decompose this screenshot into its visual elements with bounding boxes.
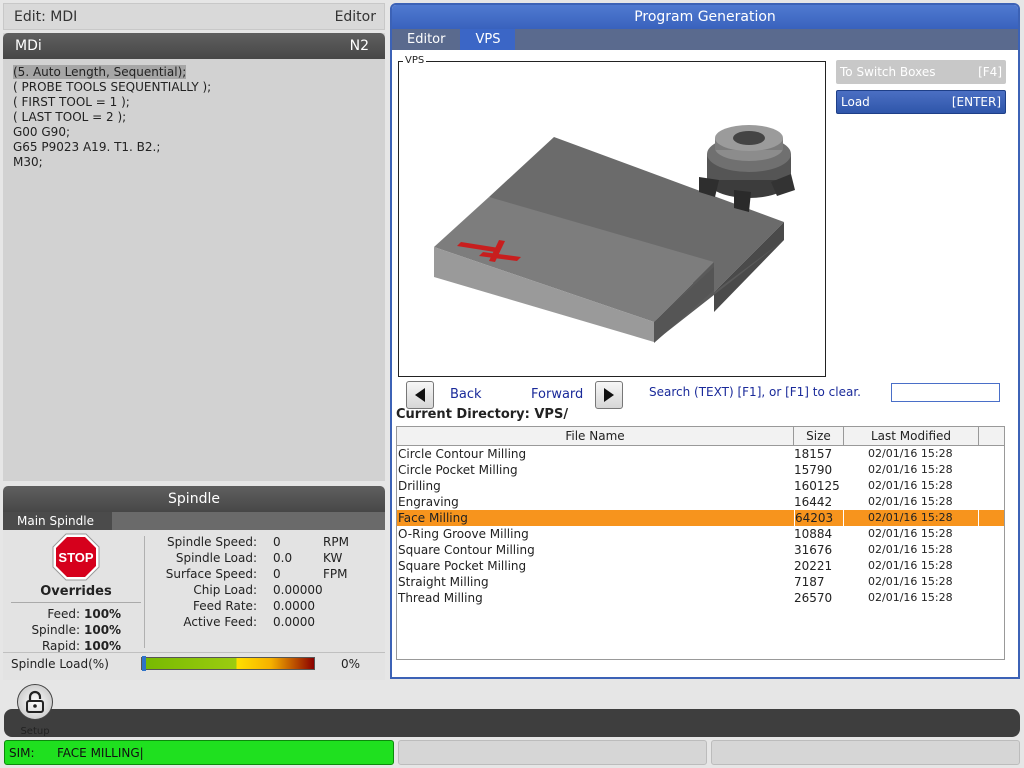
spindle-load-bar xyxy=(141,656,315,671)
stop-label: STOP xyxy=(58,550,93,565)
code-line[interactable]: G65 P9023 A19. T1. B2.; xyxy=(13,140,385,155)
setup-label: Setup xyxy=(20,726,50,737)
file-row[interactable]: O-Ring Groove Milling 10884 02/01/16 15:28 xyxy=(397,526,1004,542)
mdi-title-bar: MDi N2 xyxy=(3,33,385,59)
file-row[interactable]: Drilling 160125 02/01/16 15:28 xyxy=(397,478,1004,494)
code-line[interactable]: ( PROBE TOOLS SEQUENTIALLY ); xyxy=(13,80,385,95)
column-last-modified[interactable]: Last Modified xyxy=(844,427,979,446)
search-input[interactable] xyxy=(891,383,1000,402)
sim-status: SIM: FACE MILLING| xyxy=(4,740,394,765)
column-spacer xyxy=(979,427,1004,446)
code-line-selected[interactable]: (5. Auto Length, Sequential); xyxy=(13,65,187,79)
spindle-divider xyxy=(144,536,145,648)
spindle-load-label: Spindle Load(%) xyxy=(11,656,109,671)
file-row-selected[interactable]: Face Milling 64203 02/01/16 15:28 xyxy=(397,510,1004,526)
spindle-panel: Spindle Main Spindle STOP Overrides Feed… xyxy=(3,486,385,680)
arrow-left-icon xyxy=(415,388,425,402)
spindle-title: Spindle xyxy=(3,486,385,512)
file-list[interactable]: File Name Size Last Modified Circle Cont… xyxy=(396,426,1005,660)
file-row[interactable]: Circle Contour Milling 18157 02/01/16 15:2… xyxy=(397,446,1004,462)
tab-vps[interactable]: VPS xyxy=(460,29,516,50)
vps-preview: VPS xyxy=(398,55,826,377)
back-label[interactable]: Back xyxy=(450,387,482,402)
spindle-load-marker xyxy=(142,656,146,671)
lock-icon xyxy=(17,684,53,720)
forward-label[interactable]: Forward xyxy=(531,387,583,402)
stat-row: Active Feed: 0.0000 xyxy=(183,615,315,629)
stat-row: Feed Rate: 0.0000 xyxy=(192,599,315,613)
editor-mode: Editor xyxy=(334,8,376,25)
back-button[interactable] xyxy=(406,381,434,409)
column-file-name[interactable]: File Name xyxy=(397,427,794,446)
overrides-title: Overrides xyxy=(11,584,141,603)
mdi-line-number: N2 xyxy=(349,38,369,54)
file-row[interactable]: Thread Milling 26570 02/01/16 15:28 xyxy=(397,590,1004,606)
stat-row: Chip Load: 0.00000 xyxy=(193,583,323,597)
code-line[interactable]: M30; xyxy=(13,155,385,170)
tab-editor[interactable]: Editor xyxy=(392,29,460,50)
override-row: Feed: 100% xyxy=(47,607,122,621)
arrow-right-icon xyxy=(604,388,614,402)
vps-legend: VPS xyxy=(403,55,427,66)
program-title: Program Generation xyxy=(392,5,1018,29)
file-row[interactable]: Circle Pocket Milling 15790 02/01/16 15:28 xyxy=(397,462,1004,478)
edit-header: Edit: MDI Editor xyxy=(3,3,385,30)
tab-main-spindle[interactable]: Main Spindle xyxy=(3,512,112,530)
switch-boxes-button[interactable]: To Switch Boxes [F4] xyxy=(836,60,1006,84)
sim-label: SIM: xyxy=(9,745,35,760)
code-line[interactable]: ( FIRST TOOL = 1 ); xyxy=(13,95,385,110)
stat-row: Surface Speed: 0 FPM xyxy=(165,567,348,581)
stop-sign-icon: STOP xyxy=(52,533,100,581)
stat-row: Spindle Speed: 0 RPM xyxy=(167,535,349,549)
setup-button[interactable]: Setup xyxy=(12,684,58,737)
edit-title: Edit: MDI xyxy=(14,8,78,25)
search-hint: Search (TEXT) [F1], or [F1] to clear. xyxy=(649,385,861,399)
program-tabs: Editor VPS xyxy=(392,29,1018,50)
face-milling-preview-image xyxy=(434,125,795,343)
file-row[interactable]: Engraving 16442 02/01/16 15:28 xyxy=(397,494,1004,510)
load-button[interactable]: Load [ENTER] xyxy=(836,90,1006,114)
file-row[interactable]: Straight Milling 7187 02/01/16 15:28 xyxy=(397,574,1004,590)
mdi-code-editor[interactable]: (5. Auto Length, Sequential); ( PROBE TO… xyxy=(3,59,385,170)
code-line[interactable]: G00 G90; xyxy=(13,125,385,140)
file-row[interactable]: Square Pocket Milling 20221 02/01/16 15:28 xyxy=(397,558,1004,574)
spindle-stats: Spindle Speed: 0 RPM Spindle Load: 0.0 KW Su… xyxy=(148,534,383,630)
column-size[interactable]: Size xyxy=(794,427,844,446)
file-row[interactable]: Square Contour Milling 31676 02/01/16 15:2… xyxy=(397,542,1004,558)
mdi-title: MDi xyxy=(15,38,42,54)
stat-row: Spindle Load: 0.0 KW xyxy=(175,551,343,565)
spindle-tabbar: Main Spindle xyxy=(3,512,385,530)
current-directory-path: VPS/ xyxy=(534,407,569,422)
forward-button[interactable] xyxy=(595,381,623,409)
code-line[interactable]: ( LAST TOOL = 2 ); xyxy=(13,110,385,125)
sim-text: FACE MILLING| xyxy=(57,745,144,760)
mdi-panel[interactable]: MDi N2 (5. Auto Length, Sequential); ( P… xyxy=(3,33,385,481)
spindle-load-row: Spindle Load(%) 0% xyxy=(3,652,385,674)
status-box-middle xyxy=(398,740,707,765)
overrides-area: STOP Overrides Feed: 100% Spindle: 100% Ra… xyxy=(11,533,141,654)
file-list-header: File Name Size Last Modified xyxy=(397,427,1004,446)
current-directory: Current Directory: VPS/ xyxy=(396,407,569,422)
bottom-toolbar xyxy=(4,709,1020,737)
override-row: Spindle: 100% xyxy=(31,623,122,637)
spindle-load-value: 0% xyxy=(341,656,361,671)
status-box-right xyxy=(711,740,1020,765)
program-generation-panel: Program Generation Editor VPS VPS To Swi… xyxy=(390,3,1020,679)
